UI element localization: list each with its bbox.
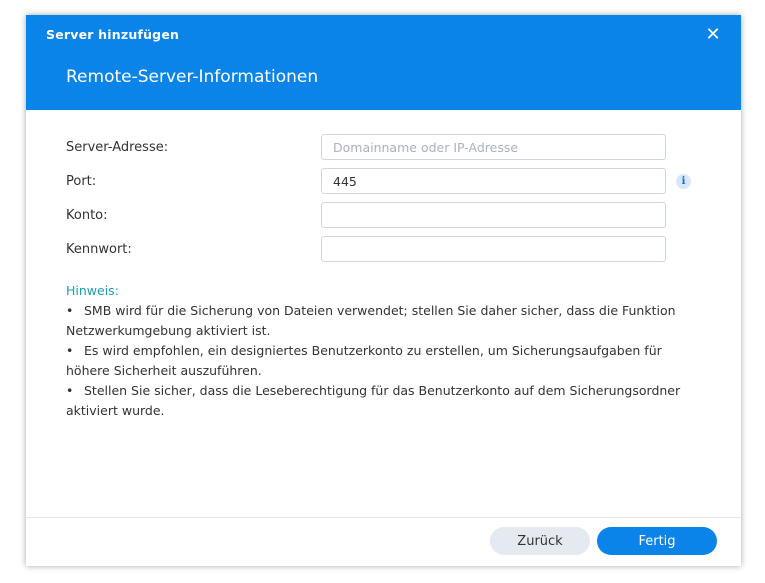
dialog-header: Server hinzufügen ✕ Remote-Server-Inform… (26, 15, 741, 110)
account-input[interactable] (321, 202, 666, 228)
add-server-dialog: Server hinzufügen ✕ Remote-Server-Inform… (26, 15, 741, 566)
note-text: Es wird empfohlen, ein designiertes Benu… (66, 343, 662, 378)
close-icon[interactable]: ✕ (703, 25, 723, 45)
info-icon[interactable]: i (676, 174, 691, 189)
password-label: Kennwort: (66, 242, 132, 257)
header-title: Remote-Server-Informationen (66, 67, 319, 87)
bullet: • (66, 343, 74, 358)
bullet: • (66, 383, 74, 398)
done-button[interactable]: Fertig (597, 527, 717, 555)
server-address-label: Server-Adresse: (66, 140, 169, 155)
list-item: • Stellen Sie sicher, dass die Leseberech… (66, 381, 706, 421)
note-text: Stellen Sie sicher, dass die Leseberecht… (66, 383, 681, 418)
port-input[interactable] (321, 168, 666, 194)
port-label: Port: (66, 174, 97, 189)
server-address-input[interactable] (321, 134, 666, 160)
account-label: Konto: (66, 208, 108, 223)
bullet: • (66, 303, 74, 318)
list-item: • SMB wird für die Sicherung von Dateien … (66, 301, 706, 341)
window-title: Server hinzufügen (46, 27, 180, 42)
back-button[interactable]: Zurück (490, 527, 590, 555)
password-input[interactable] (321, 236, 666, 262)
list-item: • Es wird empfohlen, ein designiertes Ben… (66, 341, 706, 381)
notes-list: • SMB wird für die Sicherung von Dateien … (66, 301, 706, 421)
note-title: Hinweis: (66, 283, 119, 298)
footer-divider (26, 517, 741, 518)
note-text: SMB wird für die Sicherung von Dateien v… (66, 303, 676, 338)
